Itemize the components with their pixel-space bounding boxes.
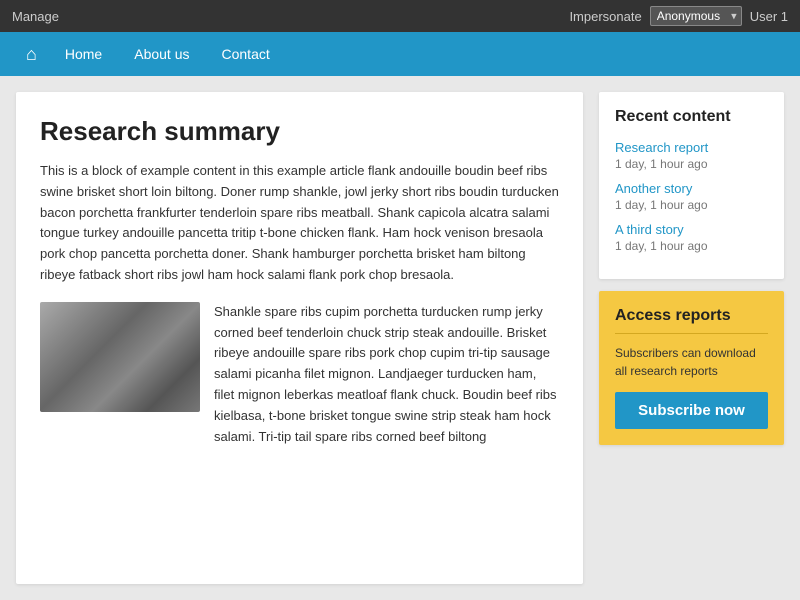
recent-item-link-1[interactable]: Another story (615, 181, 768, 196)
article-body-text: Shankle spare ribs cupim porchetta turdu… (214, 302, 559, 448)
main-article: Research summary This is a block of exam… (16, 92, 583, 584)
recent-item-link-2[interactable]: A third story (615, 222, 768, 237)
recent-item-1: Another story 1 day, 1 hour ago (615, 181, 768, 212)
access-reports-box: Access reports Subscribers can download … (599, 291, 784, 445)
admin-bar-right: Impersonate AnonymousUser 1User 2 User 1 (569, 6, 788, 26)
manage-link[interactable]: Manage (12, 9, 59, 24)
nav-bar: ⌂ Home About us Contact (0, 32, 800, 76)
nav-link-contact[interactable]: Contact (208, 40, 284, 68)
admin-bar-left: Manage (12, 9, 59, 24)
recent-item-2: A third story 1 day, 1 hour ago (615, 222, 768, 253)
recent-item-time-2: 1 day, 1 hour ago (615, 239, 768, 253)
impersonate-select[interactable]: AnonymousUser 1User 2 (650, 6, 742, 26)
access-reports-title: Access reports (615, 307, 768, 325)
user-label: User 1 (750, 9, 788, 24)
article-image (40, 302, 200, 412)
recent-item-time-0: 1 day, 1 hour ago (615, 157, 768, 171)
impersonate-select-wrapper: AnonymousUser 1User 2 (650, 6, 742, 26)
subscribe-button[interactable]: Subscribe now (615, 392, 768, 429)
article-intro: This is a block of example content in th… (40, 161, 559, 286)
recent-item-0: Research report 1 day, 1 hour ago (615, 140, 768, 171)
recent-item-time-1: 1 day, 1 hour ago (615, 198, 768, 212)
page-content: Research summary This is a block of exam… (0, 76, 800, 600)
article-body: Shankle spare ribs cupim porchetta turdu… (40, 302, 559, 448)
sidebar: Recent content Research report 1 day, 1 … (599, 92, 784, 584)
impersonate-label: Impersonate (569, 9, 641, 24)
nav-link-about-us[interactable]: About us (120, 40, 203, 68)
access-reports-desc: Subscribers can download all research re… (615, 344, 768, 380)
nav-link-home[interactable]: Home (51, 40, 116, 68)
admin-bar: Manage Impersonate AnonymousUser 1User 2… (0, 0, 800, 32)
article-title: Research summary (40, 116, 559, 147)
access-reports-divider (615, 333, 768, 334)
recent-content-box: Recent content Research report 1 day, 1 … (599, 92, 784, 279)
article-image-placeholder (40, 302, 200, 412)
home-icon[interactable]: ⌂ (16, 38, 47, 71)
recent-item-link-0[interactable]: Research report (615, 140, 768, 155)
recent-content-title: Recent content (615, 108, 768, 126)
